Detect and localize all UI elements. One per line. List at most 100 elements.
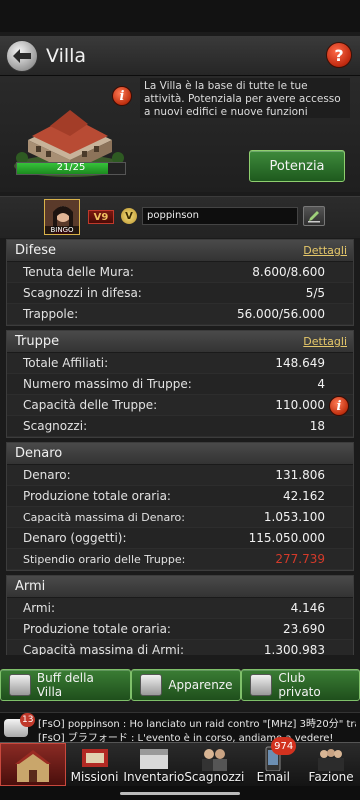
section-title: Denaro	[15, 446, 63, 461]
section-title: Armi	[15, 579, 46, 594]
troop-capacity-info-icon[interactable]: i	[329, 396, 349, 416]
appearance-label: Apparenze	[168, 678, 233, 692]
back-arrow-icon	[13, 48, 31, 63]
stat-label: Denaro:	[23, 468, 71, 482]
stat-row: Produzione totale oraria: 23.690	[7, 619, 353, 640]
chat-unread-badge: 13	[20, 713, 36, 727]
stat-row: Capacità massima di Denaro: 1.053.100	[7, 507, 353, 528]
stat-label: Capacità massima di Armi:	[23, 643, 185, 655]
stat-row: Denaro: 131.806	[7, 465, 353, 486]
stat-row: Trappole: 56.000/56.000	[7, 304, 353, 325]
stat-value: 277.739	[275, 552, 325, 566]
stat-value: 8.600/8.600	[252, 265, 325, 279]
section-header: Difese Dettagli	[7, 240, 353, 262]
stat-value: 1.053.100	[263, 510, 325, 524]
stat-row: Scagnozzi: 18	[7, 416, 353, 437]
pencil-icon	[308, 211, 320, 223]
villa-info-icon[interactable]: i	[112, 86, 132, 106]
villa-buff-button[interactable]: Buff della Villa	[0, 669, 132, 701]
stat-row: Stipendio orario delle Truppe: 277.739	[7, 549, 353, 570]
stat-row: Tenuta delle Mura: 8.600/8.600	[7, 262, 353, 283]
stat-value: 115.050.000	[248, 531, 325, 545]
stat-row: Armi: 4.146	[7, 598, 353, 619]
stat-value: 56.000/56.000	[236, 307, 325, 321]
v-icon: V	[121, 208, 137, 224]
stat-row: Capacità massima di Armi: 1.300.983	[7, 640, 353, 655]
nav-email-label: Email	[256, 770, 290, 784]
section-header: Armi	[7, 576, 353, 598]
private-club-button[interactable]: Club privato	[241, 669, 360, 701]
question-icon: ?	[334, 45, 344, 65]
stat-row: Scagnozzi in difesa: 5/5	[7, 283, 353, 304]
nav-inventario-label: Inventario	[123, 770, 185, 784]
action-bar: Buff della Villa Apparenze Club privato	[0, 660, 360, 710]
henchmen-icon	[202, 749, 228, 771]
section-header: Truppe Dettagli	[7, 331, 353, 353]
nav-fazione-label: Fazione	[308, 770, 354, 784]
villa-level-text: 21/25	[56, 162, 86, 173]
nav-missioni[interactable]: Missioni	[66, 743, 124, 786]
inventory-icon	[139, 749, 168, 769]
stat-label: Produzione totale oraria:	[23, 622, 171, 636]
stat-label: Armi:	[23, 601, 55, 615]
nav-scagnozzi[interactable]: Scagnozzi	[184, 743, 244, 786]
avatar[interactable]: BINGO	[44, 199, 80, 235]
nav-home[interactable]	[0, 743, 66, 786]
gesture-handle[interactable]	[120, 792, 240, 795]
stat-value: 5/5	[305, 286, 325, 300]
stat-label: Scagnozzi in difesa:	[23, 286, 142, 300]
stat-value: 4.146	[290, 601, 325, 615]
stat-value: 23.690	[283, 622, 325, 636]
stat-label: Denaro (oggetti):	[23, 531, 127, 545]
page-title: Villa	[46, 44, 87, 67]
vip-badge: V9	[88, 210, 114, 224]
system-gesture-bar	[0, 786, 360, 800]
player-name-field[interactable]: poppinson	[142, 207, 298, 225]
stat-label: Produzione totale oraria:	[23, 489, 171, 503]
email-unread-badge: 974	[271, 737, 297, 755]
truppe-details-link[interactable]: Dettagli	[303, 335, 347, 348]
stats-list[interactable]: Difese Dettagli Tenuta delle Mura: 8.600…	[0, 239, 360, 655]
stat-row: Totale Affiliati: 148.649	[7, 353, 353, 374]
villa-level-progress: 21/25	[16, 162, 126, 175]
stat-row: Capacità delle Truppe: 110.000 i	[7, 395, 353, 416]
stat-label: Capacità massima di Denaro:	[23, 510, 185, 524]
help-button[interactable]: ?	[326, 42, 352, 68]
section-header: Denaro	[7, 443, 353, 465]
stat-value: 42.162	[283, 489, 325, 503]
chat-ticker[interactable]: 13 [FsO] poppinson : Ho lanciato un raid…	[0, 712, 360, 744]
stat-value: 110.000	[275, 398, 325, 412]
nav-email[interactable]: 974 Email	[244, 737, 302, 786]
villa-home-icon	[14, 750, 51, 782]
nav-missioni-label: Missioni	[70, 770, 119, 784]
section-title: Difese	[15, 243, 56, 258]
nav-inventario[interactable]: Inventario	[123, 743, 184, 786]
section-truppe: Truppe Dettagli Totale Affiliati: 148.64…	[6, 330, 354, 438]
villa-description: La Villa è la base di tutte le tue attiv…	[140, 78, 350, 118]
missions-icon	[81, 749, 108, 767]
stat-row: Denaro (oggetti): 115.050.000	[7, 528, 353, 549]
appearance-button[interactable]: Apparenze	[131, 669, 242, 701]
stat-value: 148.649	[275, 356, 325, 370]
header-bar: Villa ?	[0, 36, 360, 76]
nav-scagnozzi-label: Scagnozzi	[184, 770, 245, 784]
section-title: Truppe	[15, 334, 60, 349]
stat-row: Produzione totale oraria: 42.162	[7, 486, 353, 507]
stat-label: Trappole:	[23, 307, 79, 321]
back-button[interactable]	[6, 39, 38, 72]
stat-label: Capacità delle Truppe:	[23, 398, 158, 412]
stat-value: 1.300.983	[263, 643, 325, 655]
buff-icon	[9, 674, 31, 696]
stat-row: Numero massimo di Truppe: 4	[7, 374, 353, 395]
avatar-name: BINGO	[45, 226, 79, 234]
upgrade-button[interactable]: Potenzia	[249, 150, 345, 182]
stat-label: Totale Affiliati:	[23, 356, 109, 370]
nav-fazione[interactable]: Fazione	[302, 743, 360, 786]
bottom-nav: Missioni Inventario Scagnozzi 974 Email	[0, 737, 360, 786]
faction-icon	[318, 749, 345, 771]
edit-name-button[interactable]	[303, 206, 325, 226]
difese-details-link[interactable]: Dettagli	[303, 244, 347, 257]
status-bar	[0, 0, 360, 32]
section-armi: Armi Armi: 4.146 Produzione totale orari…	[6, 575, 354, 655]
stat-value: 18	[309, 419, 325, 433]
